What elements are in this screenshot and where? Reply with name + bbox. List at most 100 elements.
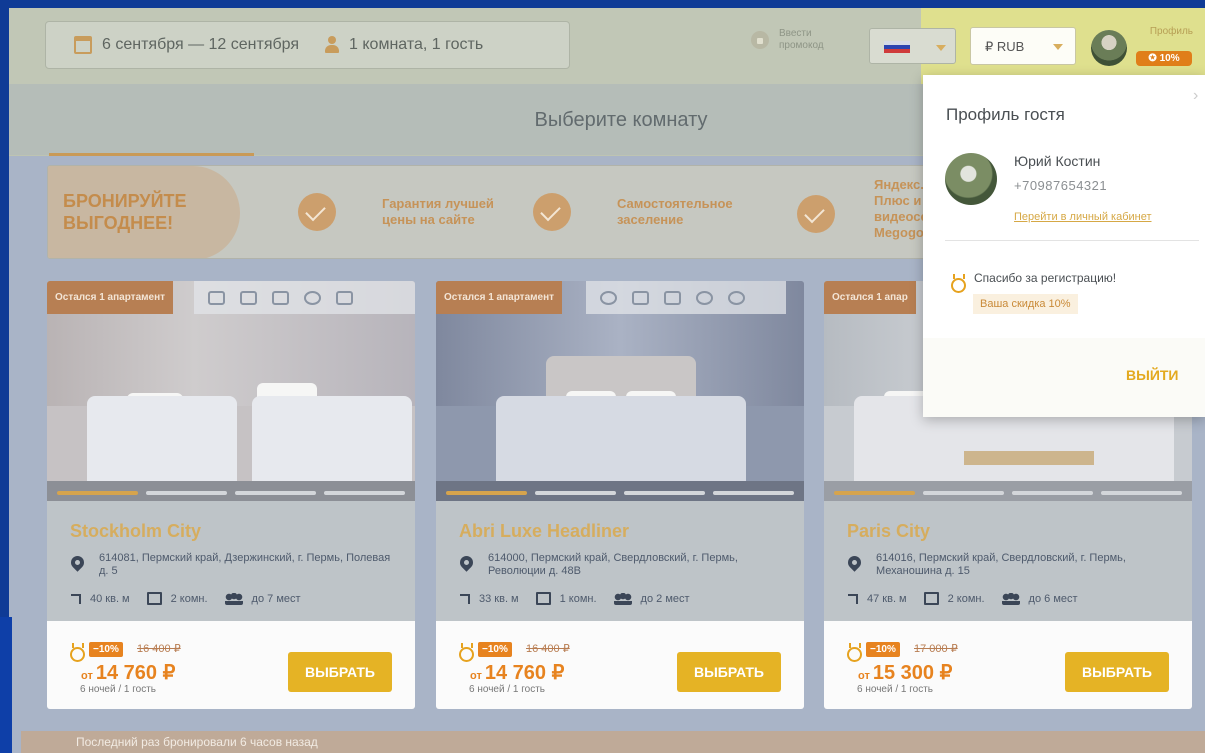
medal-icon bbox=[951, 274, 966, 293]
photo-pagination bbox=[834, 491, 1182, 495]
benefit-self-checkin: Самостоятельное заселение bbox=[510, 193, 733, 231]
photo-pagination bbox=[57, 491, 405, 495]
stay-summary: 6 ночей / 1 гость bbox=[857, 684, 934, 695]
people-icon bbox=[1001, 592, 1020, 605]
medal-icon bbox=[70, 643, 85, 662]
room-card-abri[interactable]: Остался 1 апартамент Abri Luxe Headliner… bbox=[436, 281, 804, 709]
price-box: −10% 16 400 ₽ от 14 760 ₽ 6 ночей / 1 гос… bbox=[47, 621, 415, 709]
check-icon bbox=[298, 193, 336, 231]
medal-icon bbox=[459, 643, 474, 662]
user-phone: +70987654321 bbox=[1014, 178, 1108, 193]
benefit-best-price: Гарантия лучшей цены на сайте bbox=[275, 193, 494, 231]
amenity-icons bbox=[586, 281, 786, 314]
room-specs: 47 кв. м 2 комн. до 6 мест bbox=[848, 592, 1095, 605]
washer-icon bbox=[696, 290, 713, 305]
top-bar: 6 сентября — 12 сентября 1 комната, 1 го… bbox=[9, 8, 1205, 84]
popover-title: Профиль гостя bbox=[946, 105, 1065, 124]
room-address: 614016, Пермский край, Свердловский, г. … bbox=[876, 552, 1126, 577]
area-icon bbox=[460, 593, 470, 604]
language-select[interactable] bbox=[869, 28, 956, 64]
avatar[interactable] bbox=[1091, 30, 1127, 66]
tv-icon bbox=[336, 290, 353, 305]
currency-value: ₽ RUB bbox=[985, 39, 1025, 54]
radiator-icon bbox=[240, 290, 257, 305]
medal-icon: ✪ bbox=[1148, 53, 1160, 64]
room-name[interactable]: Abri Luxe Headliner bbox=[459, 521, 629, 542]
location-pin-icon bbox=[457, 553, 476, 572]
check-icon bbox=[533, 193, 571, 231]
date-range: 6 сентября — 12 сентября bbox=[102, 36, 300, 53]
area-icon bbox=[848, 593, 858, 604]
check-icon bbox=[600, 290, 617, 305]
price-box: −10% 16 400 ₽ от 14 760 ₽ 6 ночей / 1 гос… bbox=[436, 621, 804, 709]
ac-icon bbox=[664, 290, 681, 305]
room-photo[interactable] bbox=[47, 281, 415, 501]
account-link[interactable]: Перейти в личный кабинет bbox=[1014, 211, 1152, 223]
medal-icon bbox=[847, 643, 862, 662]
user-name: Юрий Костин bbox=[1014, 153, 1101, 169]
building-icon bbox=[272, 290, 289, 305]
room-specs: 40 кв. м 2 комн. до 7 мест bbox=[71, 592, 318, 605]
price-box: −10% 17 000 ₽ от 15 300 ₽ 6 ночей / 1 гос… bbox=[824, 621, 1192, 709]
discount-badge: −10% bbox=[478, 642, 512, 657]
room-card-stockholm[interactable]: Остался 1 апартамент Stockholm City 6140… bbox=[47, 281, 415, 709]
discount-tag: Ваша скидка 10% bbox=[973, 294, 1078, 314]
registration-thanks: Спасибо за регистрацию! bbox=[974, 271, 1117, 285]
room-name[interactable]: Stockholm City bbox=[70, 521, 201, 542]
profile-discount-badge: ✪ 10% bbox=[1136, 51, 1192, 66]
divider bbox=[945, 240, 1199, 241]
rooms-icon bbox=[146, 592, 162, 605]
title-underline bbox=[49, 153, 254, 156]
room-name[interactable]: Paris City bbox=[847, 521, 930, 542]
benefit-yandex: Яндекс.СтаПлюс ивидеосервMegogo bbox=[774, 177, 926, 241]
lock-icon bbox=[751, 31, 769, 49]
chevron-down-icon bbox=[936, 45, 946, 51]
avatar bbox=[945, 153, 997, 205]
location-pin-icon bbox=[845, 553, 864, 572]
home-icon bbox=[208, 290, 225, 305]
amenity-icons bbox=[194, 281, 415, 314]
discount-badge: −10% bbox=[89, 642, 123, 657]
benefits-headline: БРОНИРУЙТЕ ВЫГОДНЕЕ! bbox=[63, 191, 187, 233]
check-icon bbox=[728, 290, 745, 305]
new-price: от 14 760 ₽ bbox=[470, 662, 565, 684]
availability-tag: Остался 1 апартамент bbox=[47, 281, 174, 314]
guest-icon bbox=[325, 36, 340, 54]
old-price: 16 400 ₽ bbox=[137, 643, 181, 655]
last-booked-bar: Последний раз бронировали 6 часов назад bbox=[21, 731, 1205, 753]
guest-count: 1 комната, 1 гость bbox=[349, 36, 484, 53]
coffee-icon bbox=[304, 290, 321, 305]
people-icon bbox=[613, 592, 632, 605]
date-guests-selector[interactable]: 6 сентября — 12 сентября 1 комната, 1 го… bbox=[45, 21, 570, 69]
new-price: от 15 300 ₽ bbox=[858, 662, 953, 684]
rooms-icon bbox=[535, 592, 551, 605]
area-icon bbox=[71, 593, 81, 604]
profile-popover: › Профиль гостя Юрий Костин +70987654321… bbox=[923, 75, 1205, 417]
people-icon bbox=[224, 592, 243, 605]
photo-pagination bbox=[446, 491, 794, 495]
availability-tag: Остался 1 апар bbox=[824, 281, 916, 314]
room-address: 614081, Пермский край, Дзержинский, г. П… bbox=[99, 552, 391, 577]
promo-code-link[interactable]: Ввести промокод bbox=[751, 28, 824, 52]
new-price: от 14 760 ₽ bbox=[81, 662, 176, 684]
discount-badge: −10% bbox=[866, 642, 900, 657]
left-edge-accent bbox=[0, 617, 12, 753]
room-photo[interactable] bbox=[436, 281, 804, 501]
select-room-button[interactable]: ВЫБРАТЬ bbox=[1065, 652, 1169, 692]
check-icon bbox=[797, 195, 835, 233]
russia-flag-icon bbox=[884, 41, 910, 53]
last-booked-text: Последний раз бронировали 6 часов назад bbox=[76, 735, 318, 749]
select-room-button[interactable]: ВЫБРАТЬ bbox=[288, 652, 392, 692]
room-specs: 33 кв. м 1 комн. до 2 мест bbox=[460, 592, 707, 605]
rooms-icon bbox=[923, 592, 939, 605]
promo-line-2: промокод bbox=[779, 40, 824, 51]
old-price: 16 400 ₽ bbox=[526, 643, 570, 655]
old-price: 17 000 ₽ bbox=[914, 643, 958, 655]
profile-link[interactable]: Профиль bbox=[1131, 26, 1193, 37]
logout-button[interactable]: ВЫЙТИ bbox=[1126, 367, 1179, 383]
close-icon[interactable]: › bbox=[1193, 87, 1198, 105]
promo-line-1: Ввести bbox=[779, 28, 812, 39]
calendar-icon bbox=[74, 36, 92, 54]
currency-select[interactable]: ₽ RUB bbox=[970, 27, 1076, 65]
select-room-button[interactable]: ВЫБРАТЬ bbox=[677, 652, 781, 692]
